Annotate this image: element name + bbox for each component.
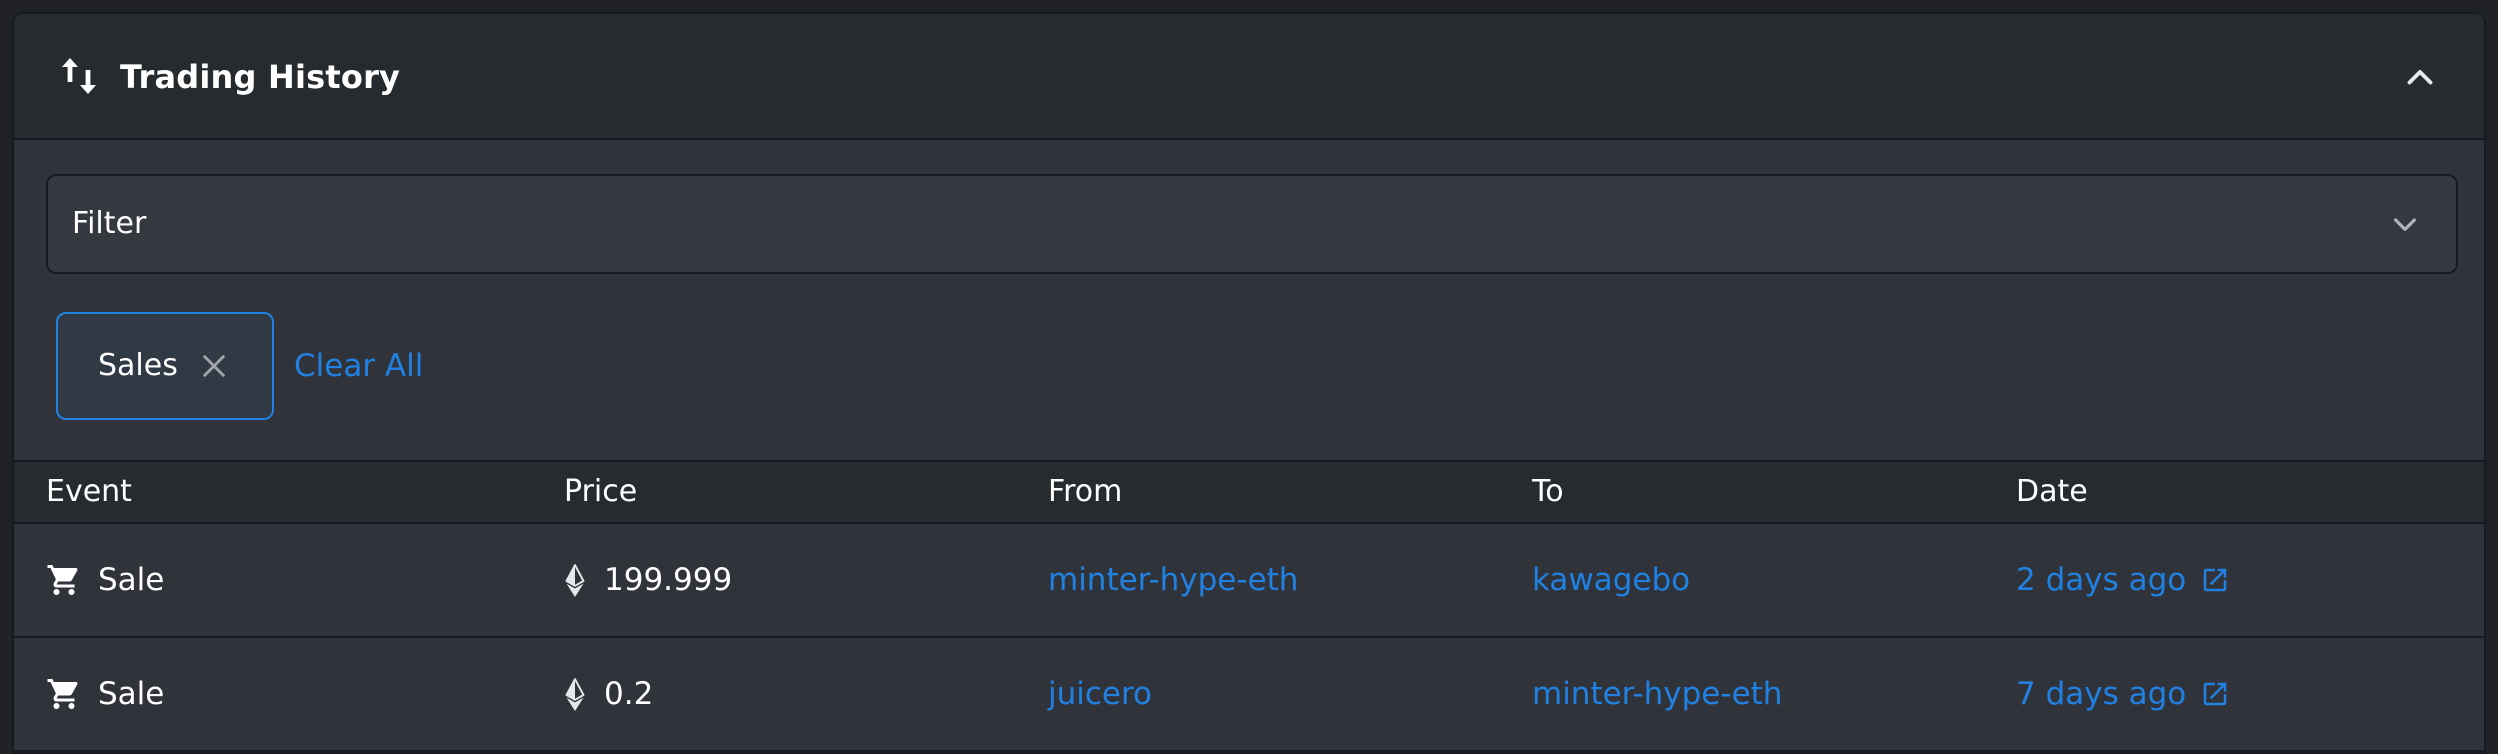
event-label: Sale — [98, 562, 165, 598]
column-header-price: Price — [564, 474, 638, 509]
clear-all-button[interactable]: Clear All — [294, 312, 423, 420]
trading-history-panel: Trading History Filter Sales Clear All E… — [12, 12, 2486, 754]
date-label: 7 days ago — [2016, 676, 2187, 712]
cart-icon — [47, 565, 78, 595]
table-row: Sale 199.999 minter-hype-eth kawagebo 2 … — [14, 524, 2484, 638]
filter-chip-sales[interactable]: Sales — [56, 312, 274, 420]
column-header-from: From — [1048, 474, 1123, 509]
to-link[interactable]: minter-hype-eth — [1532, 638, 1782, 750]
close-icon[interactable] — [200, 352, 228, 380]
filter-label: Filter — [72, 206, 147, 241]
filter-dropdown[interactable]: Filter — [46, 174, 2458, 274]
column-header-event: Event — [46, 474, 132, 509]
panel-header[interactable]: Trading History — [14, 14, 2484, 140]
swap-vertical-icon — [62, 58, 96, 94]
price-value: 0.2 — [604, 676, 654, 712]
external-link-icon — [2204, 568, 2227, 592]
ethereum-icon — [565, 678, 585, 711]
panel-title: Trading History — [120, 58, 401, 96]
chevron-up-icon[interactable] — [2400, 60, 2440, 96]
from-link[interactable]: juicero — [1048, 638, 1152, 750]
price-value: 199.999 — [604, 562, 733, 598]
column-header-date: Date — [2016, 474, 2088, 509]
ethereum-icon — [565, 564, 585, 597]
cart-icon — [47, 679, 78, 709]
chevron-down-icon — [2394, 218, 2416, 231]
date-link[interactable]: 2 days ago — [2016, 524, 2230, 636]
table-row: Sale 0.2 juicero minter-hype-eth 7 days … — [14, 638, 2484, 752]
filter-chip-label: Sales — [98, 348, 178, 383]
from-link[interactable]: minter-hype-eth — [1048, 524, 1298, 636]
date-link[interactable]: 7 days ago — [2016, 638, 2230, 750]
date-label: 2 days ago — [2016, 562, 2187, 598]
to-link[interactable]: kawagebo — [1532, 524, 1690, 636]
event-label: Sale — [98, 676, 165, 712]
table-header: Event Price From To Date — [14, 460, 2484, 524]
external-link-icon — [2204, 682, 2227, 706]
column-header-to: To — [1532, 474, 1564, 509]
